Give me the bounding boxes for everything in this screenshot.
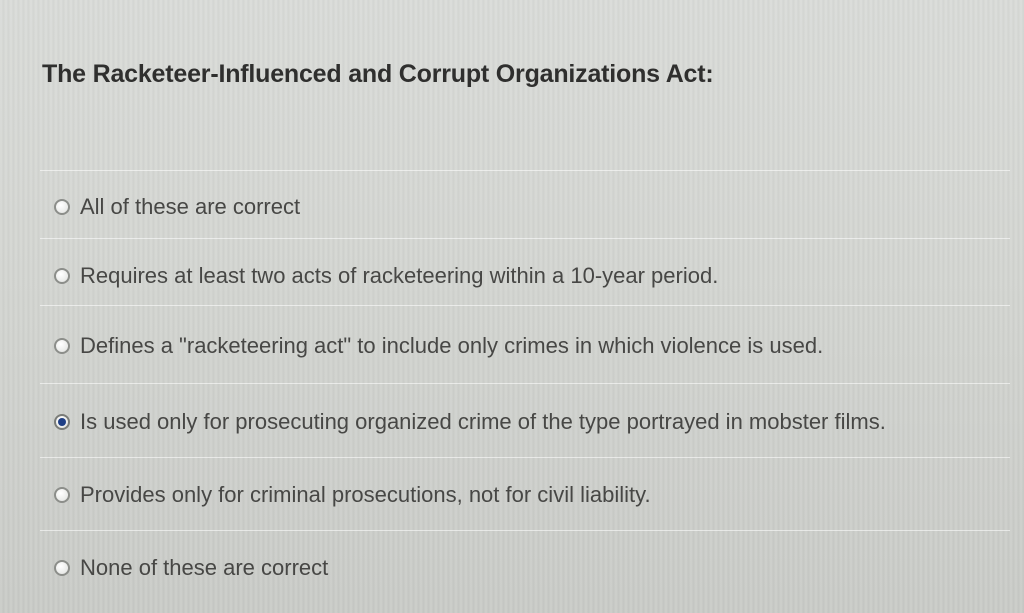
divider — [40, 305, 1010, 306]
answer-option[interactable]: Is used only for prosecuting organized c… — [54, 409, 886, 435]
radio-button[interactable] — [54, 338, 70, 354]
answer-label: Defines a "racketeering act" to include … — [80, 333, 824, 358]
divider — [40, 530, 1010, 531]
radio-button[interactable] — [54, 268, 70, 284]
answer-label: Provides only for criminal prosecutions,… — [80, 482, 651, 507]
answer-label: None of these are correct — [80, 555, 329, 580]
question-title: The Racketeer-Influenced and Corrupt Org… — [42, 60, 714, 88]
divider — [40, 383, 1010, 384]
radio-button[interactable] — [54, 199, 70, 215]
answer-label: All of these are correct — [80, 194, 301, 219]
divider — [40, 238, 1010, 239]
answer-option[interactable]: Provides only for criminal prosecutions,… — [54, 482, 651, 508]
radio-button-selected[interactable] — [54, 414, 70, 430]
divider — [40, 457, 1010, 458]
radio-button[interactable] — [54, 487, 70, 503]
answer-option[interactable]: None of these are correct — [54, 555, 328, 581]
radio-button[interactable] — [54, 560, 70, 576]
answer-label: Is used only for prosecuting organized c… — [80, 409, 886, 434]
quiz-panel: The Racketeer-Influenced and Corrupt Org… — [0, 0, 1024, 613]
answer-option[interactable]: Defines a "racketeering act" to include … — [54, 333, 823, 359]
divider — [40, 170, 1010, 171]
answer-option[interactable]: Requires at least two acts of racketeeri… — [54, 263, 718, 289]
answer-label: Requires at least two acts of racketeeri… — [80, 263, 719, 288]
answer-option[interactable]: All of these are correct — [54, 194, 300, 220]
